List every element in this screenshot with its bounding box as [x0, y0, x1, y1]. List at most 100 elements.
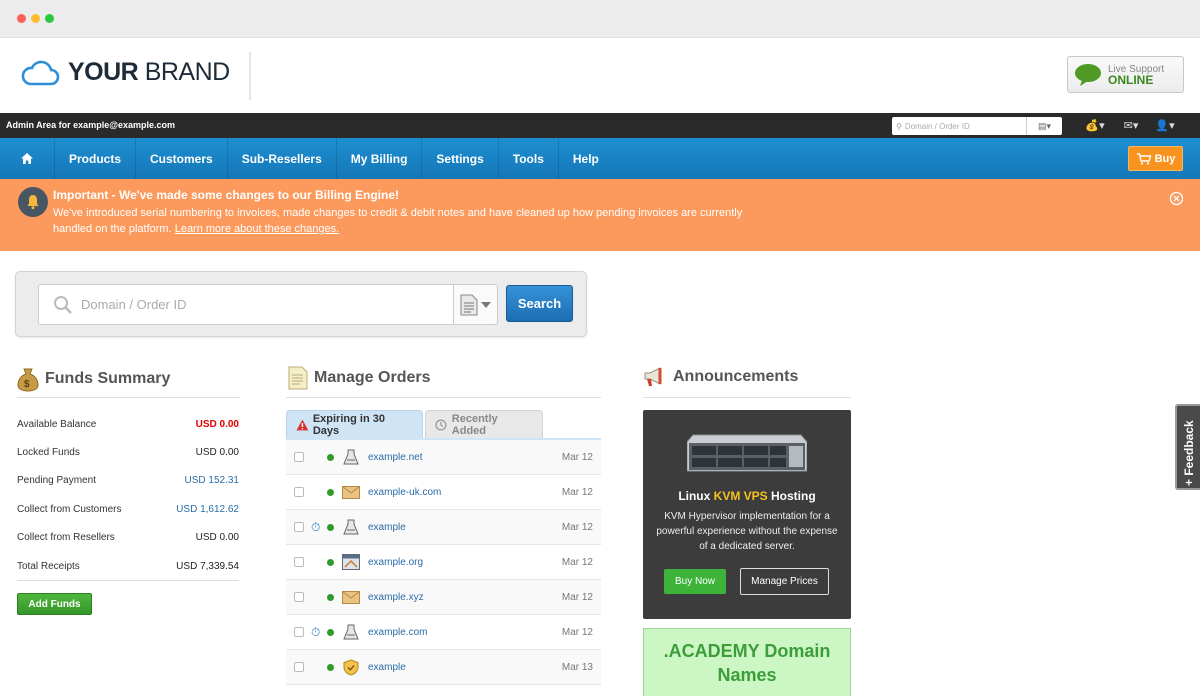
chevron-down-icon: ▾ [1046, 120, 1052, 131]
nav-tools[interactable]: Tools [499, 138, 559, 179]
moneybag-menu-icon[interactable]: 💰▾ [1083, 117, 1107, 134]
funds-value-link[interactable]: USD 152.31 [185, 475, 239, 486]
tab-label: Recently Added [451, 412, 498, 437]
hosting-icon [342, 519, 360, 535]
admin-search-type-select[interactable]: ▤ ▾ [1026, 117, 1062, 135]
close-icon[interactable] [1169, 191, 1184, 206]
user-menu-icon[interactable]: 👤▾ [1153, 117, 1177, 134]
window-minimize-button[interactable] [31, 14, 40, 23]
promo-heading-post: Hosting [767, 489, 816, 503]
orders-heading-divider [286, 397, 601, 398]
manage-orders-title: Manage Orders [314, 369, 431, 386]
funds-value: USD 0.00 [195, 418, 239, 430]
hosting-icon [342, 624, 360, 640]
window-close-button[interactable] [17, 14, 26, 23]
order-domain-link[interactable]: example.com [368, 627, 427, 638]
search-type-select[interactable] [454, 284, 498, 325]
order-expiry-date: Mar 12 [561, 521, 593, 533]
window-zoom-button[interactable] [45, 14, 54, 23]
buy-label: Buy [1154, 152, 1176, 165]
funds-row-collect-customers: Collect from Customers USD 1,612.62 [17, 495, 239, 523]
search-icon [54, 295, 72, 314]
email-icon [342, 589, 360, 605]
academy-domain-promo[interactable]: .ACADEMY Domain Names [643, 628, 851, 696]
document-list-icon [460, 294, 478, 315]
buy-now-button[interactable]: Buy Now [664, 569, 726, 594]
announcements-heading: Announcements [643, 366, 798, 388]
funds-row-total-receipts: Total Receipts USD 7,339.54 [17, 552, 239, 580]
live-support-button[interactable]: Live Support ONLINE [1067, 56, 1184, 93]
order-domain-link[interactable]: example.org [368, 557, 423, 568]
nav-sub-resellers[interactable]: Sub-Resellers [228, 138, 337, 179]
order-domain-link[interactable]: example [368, 662, 406, 673]
domain-search-panel: Domain / Order ID Search [15, 271, 587, 337]
website-builder-icon [342, 554, 360, 570]
order-expiry-date: Mar 12 [561, 626, 593, 638]
brand-logo[interactable]: YOUR BRAND [20, 58, 230, 87]
search-icon: ⚲ [896, 121, 902, 131]
order-checkbox[interactable] [294, 662, 304, 672]
funds-value-link[interactable]: USD 1,612.62 [176, 504, 239, 515]
order-checkbox[interactable] [294, 592, 304, 602]
status-active-icon [327, 523, 334, 531]
order-domain-link[interactable]: example.net [368, 452, 422, 463]
email-icon [342, 484, 360, 500]
nav-settings[interactable]: Settings [422, 138, 499, 179]
status-active-icon [327, 558, 334, 566]
funds-summary-title: Funds Summary [45, 370, 171, 387]
nav-customers[interactable]: Customers [136, 138, 228, 179]
announcements-heading-divider [643, 397, 851, 398]
order-expiry-date: Mar 12 [561, 451, 593, 463]
buy-button[interactable]: Buy [1128, 146, 1183, 171]
stopwatch-icon: ⏱ [311, 519, 321, 534]
order-checkbox[interactable] [294, 627, 304, 637]
tab-recently-added[interactable]: Recently Added [425, 410, 543, 438]
search-placeholder: Domain / Order ID [81, 297, 187, 312]
order-row: example.net Mar 12 [286, 440, 601, 475]
order-domain-link[interactable]: example.xyz [368, 592, 424, 603]
orders-list: example.net Mar 12 example-uk.com Mar 12 ⏱ ex… [286, 438, 601, 685]
nav-home[interactable] [0, 138, 55, 179]
tab-label: Expiring in 30 Days [312, 412, 385, 437]
tab-expiring-30-days[interactable]: Expiring in 30 Days [286, 410, 423, 438]
order-domain-link[interactable]: example-uk.com [368, 487, 441, 498]
admin-search-input[interactable]: ⚲ Domain / Order ID [892, 117, 1026, 135]
site-header: YOUR BRAND Live Support ONLINE [0, 38, 1200, 113]
promo-heading-pre: Linux [678, 489, 714, 503]
money-bag-icon: $ [17, 368, 39, 392]
hosting-icon [342, 449, 360, 465]
nav-products[interactable]: Products [55, 138, 137, 179]
cloud-icon [21, 60, 60, 85]
order-checkbox[interactable] [294, 522, 304, 532]
nav-my-billing[interactable]: My Billing [337, 138, 423, 179]
funds-label: Collect from Resellers [17, 532, 115, 544]
promo-description: KVM Hypervisor implementation for a powe… [656, 511, 838, 552]
announcements-title: Announcements [673, 368, 799, 385]
header-divider [249, 52, 251, 100]
promo-heading-highlight: KVM VPS [713, 489, 768, 503]
brand-name-light: BRAND [144, 58, 231, 86]
order-expiry-date: Mar 12 [561, 556, 593, 568]
megaphone-icon [644, 367, 662, 386]
funds-summary-heading: $ Funds Summary [17, 366, 170, 392]
domain-search-input[interactable]: Domain / Order ID [38, 284, 454, 325]
order-checkbox[interactable] [294, 452, 304, 462]
support-ticket-menu-icon[interactable]: ✉▾ [1119, 117, 1143, 134]
learn-more-link[interactable]: Learn more about these changes. [175, 223, 340, 235]
warning-icon [296, 419, 309, 430]
order-checkbox[interactable] [294, 557, 304, 567]
funds-value: USD 0.00 [195, 447, 239, 459]
search-button[interactable]: Search [506, 285, 573, 322]
funds-label: Pending Payment [17, 475, 96, 487]
add-funds-button[interactable]: Add Funds [17, 593, 92, 615]
nav-help[interactable]: Help [559, 138, 613, 179]
order-row: ⏱ example Mar 12 [286, 510, 601, 545]
notice-text: We've introduced serial numbering to inv… [53, 207, 743, 235]
funds-value: USD 7,339.54 [176, 560, 239, 572]
manage-prices-button[interactable]: Manage Prices [740, 568, 829, 595]
admin-search-placeholder: Domain / Order ID [904, 121, 970, 131]
order-checkbox[interactable] [294, 487, 304, 497]
feedback-tab[interactable]: + Feedback [1175, 404, 1200, 490]
order-domain-link[interactable]: example [368, 522, 406, 533]
notice-body: We've introduced serial numbering to inv… [53, 205, 773, 237]
